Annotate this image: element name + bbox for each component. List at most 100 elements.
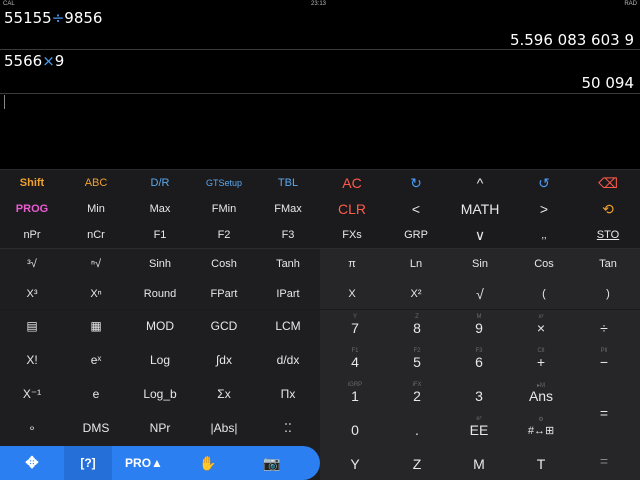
history-result-1[interactable]: 5.596 083 603 9 [510, 31, 634, 49]
product-key[interactable]: Πx [256, 378, 320, 410]
ratio-key[interactable]: ⁚⁚ [256, 412, 320, 444]
multiply-key[interactable]: xʸ × [510, 312, 572, 344]
cos-key[interactable]: Cos [512, 249, 576, 279]
digit-9-key[interactable]: M9 [448, 312, 510, 344]
x-key[interactable]: X [320, 279, 384, 309]
digit-3-key[interactable]: 3 [448, 380, 510, 412]
exp-key[interactable]: eˣ [64, 344, 128, 376]
prog-key[interactable]: PROG [0, 196, 64, 222]
ipart-key[interactable]: IPart [256, 279, 320, 309]
digit-7-key[interactable]: Y7 [324, 312, 386, 344]
max-key[interactable]: Max [128, 196, 192, 222]
x-cubed-key[interactable]: X³ [0, 279, 64, 309]
chevron-down-icon[interactable]: ∨ [448, 222, 512, 248]
comma-key[interactable]: ‚‚ [512, 222, 576, 248]
inverse-key[interactable]: X⁻¹ [0, 378, 64, 410]
tanh-key[interactable]: Tanh [256, 249, 320, 279]
lcm-key[interactable]: LCM [256, 310, 320, 342]
e-key[interactable]: e [64, 378, 128, 410]
ncr-key[interactable]: nCr [64, 222, 128, 248]
history-expression-1[interactable]: 55155÷9856 [4, 9, 102, 27]
abc-key[interactable]: ABC [64, 170, 128, 196]
math-key[interactable]: MATH [448, 196, 512, 222]
fmin-key[interactable]: FMin [192, 196, 256, 222]
cosh-key[interactable]: Cosh [192, 249, 256, 279]
f2-key[interactable]: F2 [192, 222, 256, 248]
sum-key[interactable]: Σx [192, 378, 256, 410]
divide-key[interactable]: ÷ [572, 312, 636, 344]
abs-key[interactable]: |Abs| [192, 412, 256, 444]
log-base-key[interactable]: Log_b [128, 378, 192, 410]
digit-2-key[interactable]: iFX 2 [386, 380, 448, 412]
digit-5-key[interactable]: F2 5 [386, 346, 448, 378]
move-icon[interactable]: ✥ [0, 446, 64, 480]
digit-1-key[interactable]: iGRP 1 [324, 380, 386, 412]
sto-key[interactable]: STO [576, 222, 640, 248]
digit-0-key[interactable]: 0 [324, 414, 386, 446]
x-power-n-key[interactable]: Xⁿ [64, 279, 128, 309]
tbl-key[interactable]: TBL [256, 170, 320, 196]
chevron-right-icon[interactable]: > [512, 196, 576, 222]
open-paren-key[interactable]: ( [512, 279, 576, 309]
cube-root-key[interactable]: ³√ [0, 249, 64, 279]
m-key[interactable]: M [448, 448, 510, 480]
format-toggle-key[interactable]: ⚙ #↔⊞ [510, 414, 572, 446]
gtsetup-key[interactable]: GTSetup [192, 170, 256, 196]
camera-icon[interactable]: 📷 [240, 446, 304, 480]
digit-6-key[interactable]: F3 6 [448, 346, 510, 378]
sin-key[interactable]: Sin [448, 249, 512, 279]
z-key[interactable]: Z [386, 448, 448, 480]
stack-icon[interactable]: ▤ [0, 310, 64, 342]
ln-key[interactable]: Ln [384, 249, 448, 279]
fpart-key[interactable]: FPart [192, 279, 256, 309]
gcd-key[interactable]: GCD [192, 310, 256, 342]
y-key[interactable]: Y [324, 448, 386, 480]
clr-key[interactable]: CLR [320, 196, 384, 222]
backspace-icon[interactable]: ⌫ [576, 170, 640, 196]
help-button[interactable]: [?] [64, 446, 112, 480]
close-paren-key[interactable]: ) [576, 279, 640, 309]
equals-key[interactable]: = [572, 380, 636, 446]
history-clock-icon[interactable]: ⟲ [576, 196, 640, 222]
chevron-up-icon[interactable]: ^ [448, 170, 512, 196]
grp-key[interactable]: GRP [384, 222, 448, 248]
history-expression-2[interactable]: 5566×9 [4, 52, 64, 70]
grid-icon[interactable]: ▦ [64, 310, 128, 342]
tan-key[interactable]: Tan [576, 249, 640, 279]
shift-key[interactable]: Shift [0, 170, 64, 196]
factorial-key[interactable]: X! [0, 344, 64, 376]
t-key[interactable]: T [510, 448, 572, 480]
f3-key[interactable]: F3 [256, 222, 320, 248]
x-squared-key[interactable]: X² [384, 279, 448, 309]
nth-root-key[interactable]: ⁿ√ [64, 249, 128, 279]
fmax-key[interactable]: FMax [256, 196, 320, 222]
npr-key[interactable]: nPr [0, 222, 64, 248]
digit-8-key[interactable]: Z8 [386, 312, 448, 344]
ee-key[interactable]: eˣ EE [448, 414, 510, 446]
log-key[interactable]: Log [128, 344, 192, 376]
equals-secondary-key[interactable]: = [572, 448, 636, 474]
degree-key[interactable]: ∘ [0, 412, 64, 444]
pi-key[interactable]: π [320, 249, 384, 279]
undo-icon[interactable]: ↺ [512, 170, 576, 196]
dms-key[interactable]: DMS [64, 412, 128, 444]
hand-icon[interactable]: ✋ [176, 446, 240, 480]
digit-4-key[interactable]: F1 4 [324, 346, 386, 378]
ac-key[interactable]: AC [320, 170, 384, 196]
derivative-key[interactable]: d/dx [256, 344, 320, 376]
sinh-key[interactable]: Sinh [128, 249, 192, 279]
pro-button[interactable]: PRO▲ [112, 446, 176, 480]
input-cursor[interactable] [4, 95, 5, 109]
ans-key[interactable]: ▸M Ans [510, 380, 572, 412]
f1-key[interactable]: F1 [128, 222, 192, 248]
chevron-left-icon[interactable]: < [384, 196, 448, 222]
min-key[interactable]: Min [64, 196, 128, 222]
round-key[interactable]: Round [128, 279, 192, 309]
fxs-key[interactable]: FXs [320, 222, 384, 248]
dr-key[interactable]: D/R [128, 170, 192, 196]
integral-key[interactable]: ∫dx [192, 344, 256, 376]
sqrt-key[interactable]: √ [448, 279, 512, 309]
mod-key[interactable]: MOD [128, 310, 192, 342]
redo-icon[interactable]: ↻ [384, 170, 448, 196]
plus-key[interactable]: Cll + [510, 346, 572, 378]
